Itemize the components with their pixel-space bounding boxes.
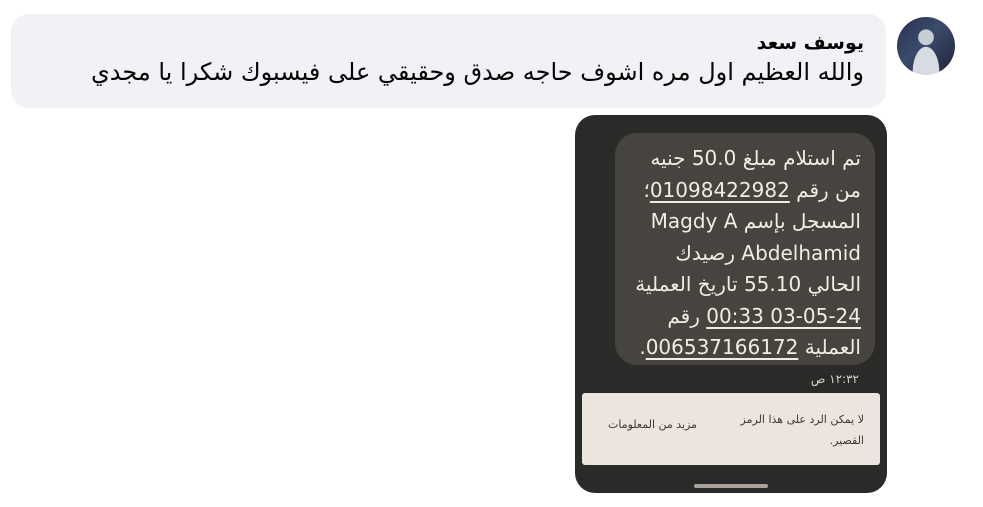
avatar[interactable] (897, 17, 955, 75)
sms-line: المسجل بإسم Magdy A (650, 209, 861, 233)
sms-message-bubble: تم استلام مبلغ 50.0 جنيه من رقم 01098422… (615, 133, 875, 365)
sms-line: من رقم 01098422982؛ (643, 177, 861, 202)
comment-actions-fragment (790, 497, 830, 507)
comment-text: والله العظيم اول مره اشوف حاجه صدق وحقيق… (90, 58, 864, 86)
comment-author[interactable]: يوسف سعد (33, 30, 864, 56)
date-link[interactable]: 03-05-24 00:33 (706, 304, 861, 328)
short-code-notice: لا يمكن الرد على هذا الرمز القصير. (740, 413, 864, 447)
comment-bubble: يوسف سعد والله العظيم اول مره اشوف حاجه … (11, 14, 886, 108)
sms-line: Abdelhamid رصيدك (675, 240, 861, 265)
sms-line: تم استلام مبلغ 50.0 جنيه (650, 146, 861, 170)
transaction-number-link[interactable]: 006537166172 (646, 335, 799, 359)
comment-image-attachment[interactable]: تم استلام مبلغ 50.0 جنيه من رقم 01098422… (575, 115, 887, 493)
short-code-info-box: لا يمكن الرد على هذا الرمز القصير. مزيد … (582, 393, 880, 465)
sms-timestamp: ١٢:٣٢ ص (810, 372, 859, 386)
previous-comment-fragment (560, 0, 780, 6)
sms-line: العملية 006537166172. (639, 335, 861, 359)
phone-number-link[interactable]: 01098422982 (650, 178, 790, 202)
more-info-button[interactable]: مزيد من المعلومات (608, 418, 697, 431)
sms-line: 03-05-24 00:33 رقم (667, 303, 861, 328)
home-indicator (694, 484, 768, 488)
sms-line: الحالي 55.10 تاريخ العملية (635, 272, 861, 296)
